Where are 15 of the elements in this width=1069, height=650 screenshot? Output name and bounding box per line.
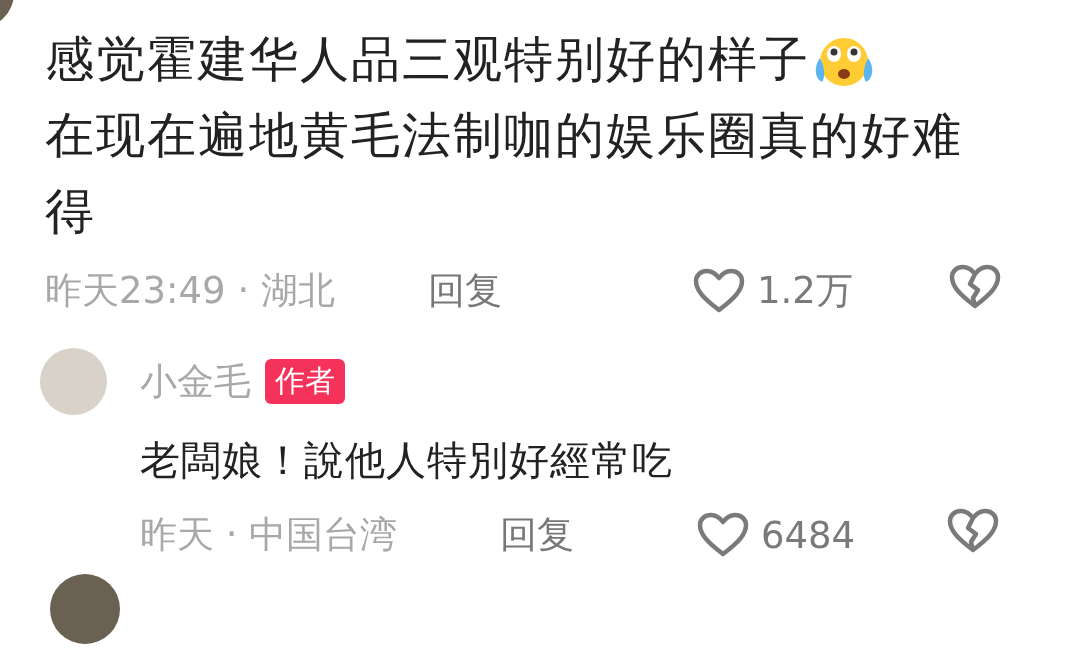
author-badge: 作者 (265, 359, 345, 404)
comment-time-location: 昨天 · 中国台湾 (140, 512, 399, 558)
broken-heart-icon[interactable] (949, 263, 1001, 310)
comment-text: 在现在遍地黄毛法制咖的娱乐圈真的好难得 (45, 106, 964, 242)
broken-heart-icon[interactable] (947, 507, 999, 554)
like-count: 1.2万 (757, 268, 853, 314)
reply-text: 老闆娘！說他人特別好經常吃 (140, 436, 674, 485)
heart-icon[interactable] (697, 512, 749, 558)
heart-icon[interactable] (693, 268, 745, 314)
reply-link[interactable]: 回复 (500, 510, 697, 560)
author-name[interactable]: 小金毛 (140, 356, 251, 407)
comment-time-location: 昨天23:49 · 湖北 (45, 268, 336, 314)
comment-text: 感觉霍建华人品三观特别好的样子 (45, 30, 810, 90)
like-count: 6484 (761, 513, 856, 557)
reply-link[interactable]: 回复 (428, 266, 693, 316)
